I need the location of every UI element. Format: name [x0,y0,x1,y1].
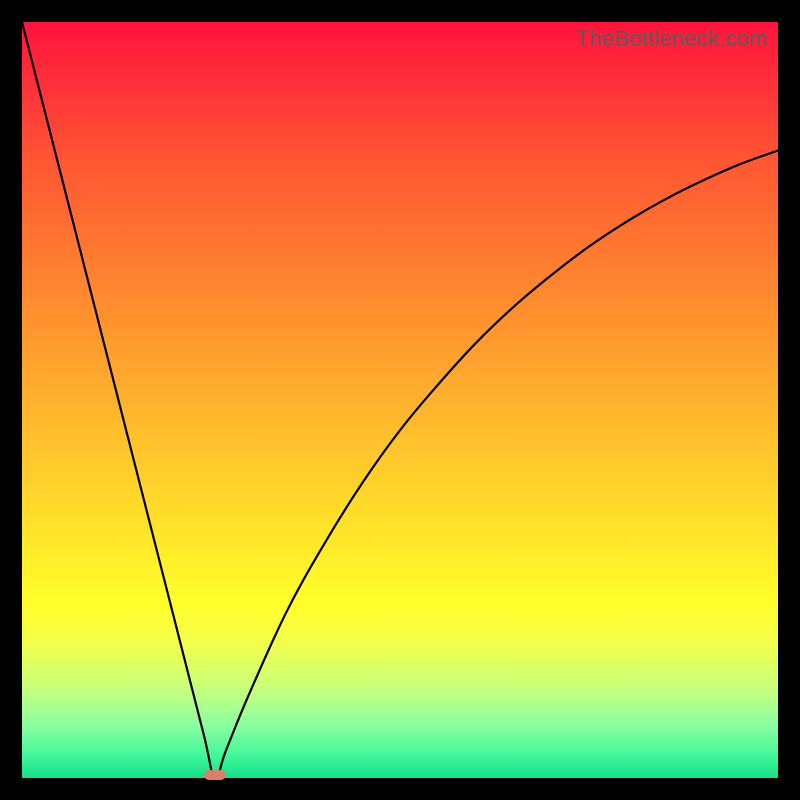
bottleneck-curve [22,22,778,778]
min-marker [204,770,226,780]
chart-area: TheBottleneck.com [22,22,778,778]
